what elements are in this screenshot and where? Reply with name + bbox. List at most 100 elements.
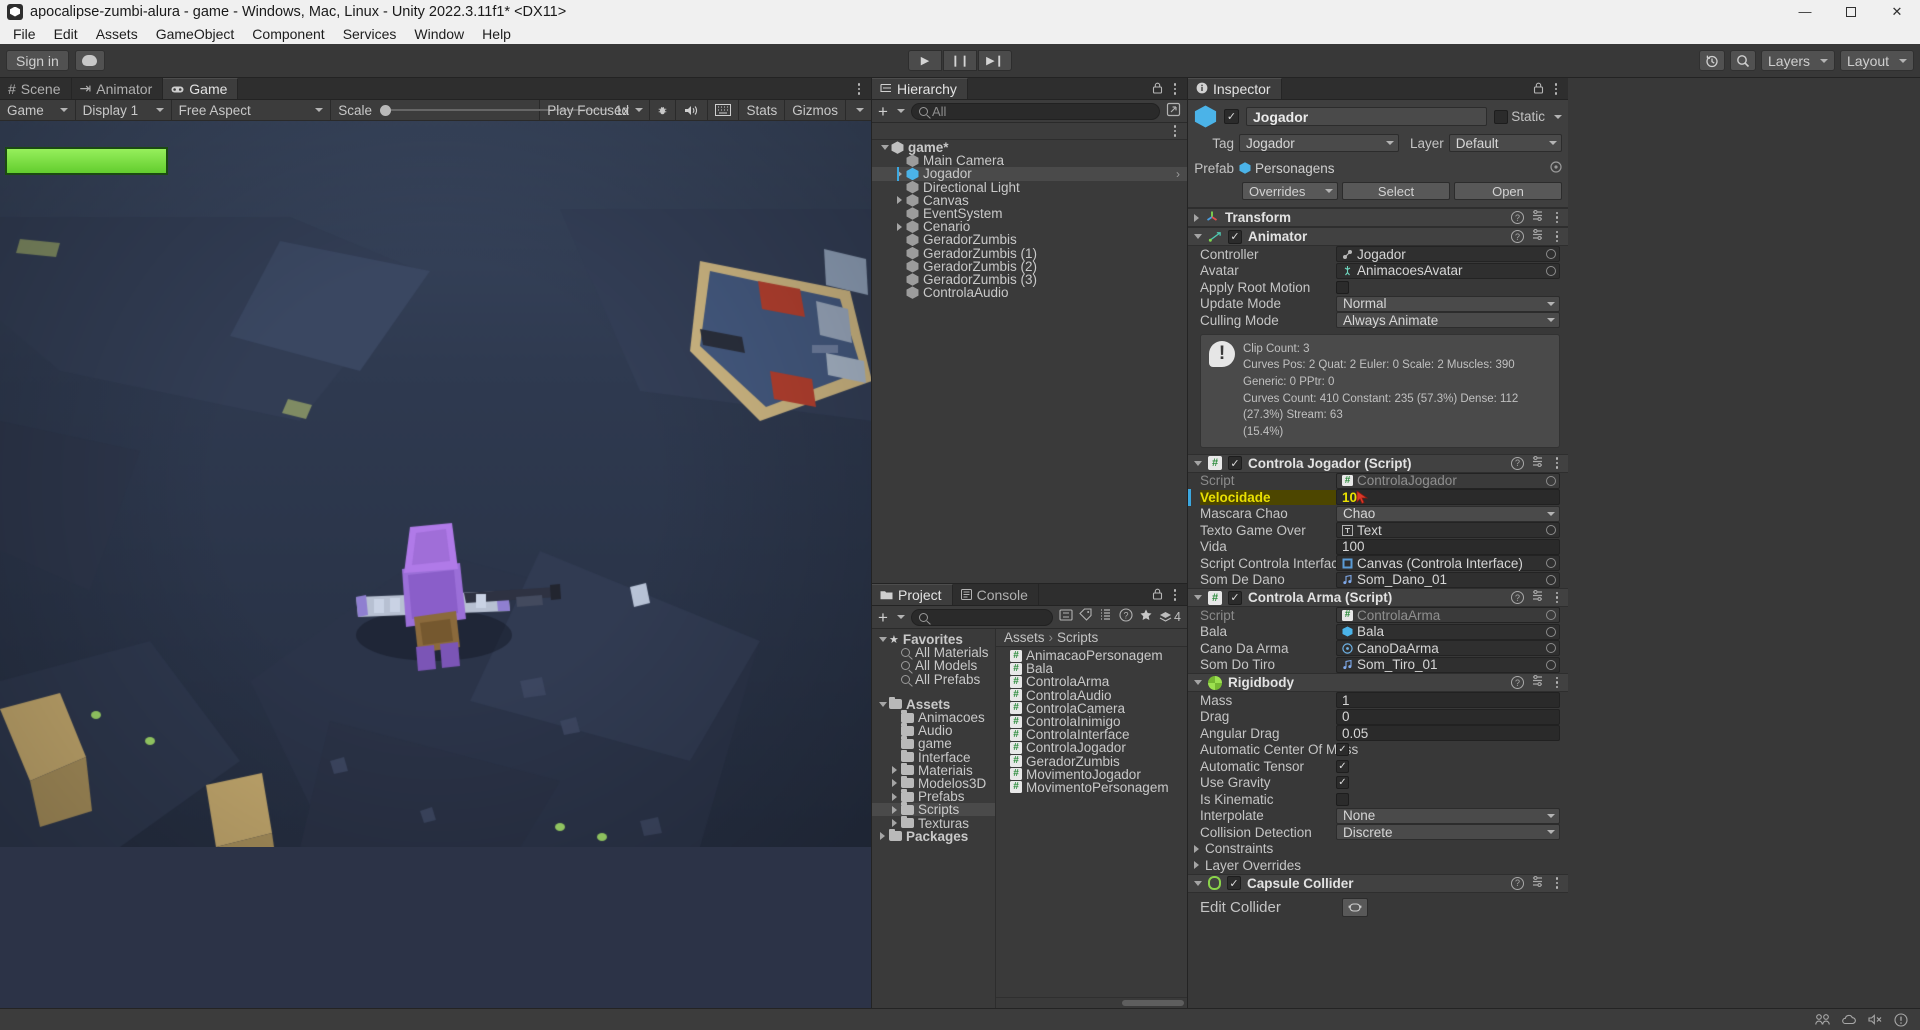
field-object-reference[interactable]: AnimacoesAvatar	[1336, 262, 1560, 279]
expand-arrow[interactable]	[876, 701, 889, 707]
mute-icon[interactable]	[1868, 1013, 1883, 1026]
field-number-input[interactable]: 100	[1336, 538, 1560, 555]
project-tree-item-animacoes[interactable]: Animacoes	[872, 710, 995, 725]
object-enabled-checkbox[interactable]: ✓	[1224, 109, 1239, 124]
field-dropdown[interactable]: Discrete	[1336, 824, 1560, 841]
object-picker-icon[interactable]	[1546, 475, 1556, 486]
preset-icon[interactable]	[1531, 228, 1544, 245]
project-tree-item-packages[interactable]: Packages	[872, 828, 995, 844]
prefab-target-icon[interactable]	[1550, 160, 1562, 177]
hierarchy-item-canvas[interactable]: Canvas	[872, 193, 1187, 208]
static-checkbox[interactable]	[1494, 109, 1509, 124]
asset-item-geradorzumbis[interactable]: # GeradorZumbis	[996, 754, 1187, 769]
menu-services[interactable]: Services	[334, 24, 406, 44]
layout-dropdown[interactable]: Layout	[1840, 50, 1914, 71]
hierarchy-scene-menu-icon[interactable]	[1169, 125, 1181, 137]
create-asset-button[interactable]: +	[878, 609, 905, 626]
project-tree-item-texturas[interactable]: Texturas	[872, 815, 995, 831]
hierarchy-item-geradorzumbis-1[interactable]: GeradorZumbis (1)	[872, 246, 1187, 261]
asset-item-controlaaudio[interactable]: # ControlaAudio	[996, 688, 1187, 703]
project-tree-item-all-materials[interactable]: All Materials	[872, 645, 995, 660]
field-dropdown[interactable]: Always Animate	[1336, 312, 1560, 329]
expand-arrow[interactable]	[888, 819, 901, 828]
play-button[interactable]: ▶	[908, 50, 942, 71]
hierarchy-item-main-camera[interactable]: Main Camera	[872, 153, 1187, 168]
field-checkbox[interactable]: ✓	[1336, 776, 1349, 790]
component-menu-icon[interactable]	[1551, 591, 1563, 604]
tag-dropdown[interactable]: Jogador	[1239, 134, 1399, 152]
hierarchy-tree[interactable]: game* Main Camera Jogador › Directional Ligh…	[872, 140, 1187, 583]
edit-collider-button[interactable]	[1342, 897, 1368, 917]
component-header-rigidbody[interactable]: Rigidbody?	[1188, 673, 1568, 693]
cloud-button[interactable]	[74, 50, 105, 71]
component-enabled-checkbox[interactable]: ✓	[1227, 876, 1241, 891]
project-folder-tree[interactable]: ★ Favorites All Materials All Models All Pre…	[872, 629, 996, 1008]
cloud-icon[interactable]	[1841, 1014, 1857, 1026]
field-dropdown[interactable]: Normal	[1336, 295, 1560, 312]
field-dropdown[interactable]: None	[1336, 807, 1560, 824]
project-tree-item-all-models[interactable]: All Models	[872, 658, 995, 673]
asset-item-bala[interactable]: # Bala	[996, 661, 1187, 676]
help-icon[interactable]: ?	[1511, 230, 1524, 243]
hierarchy-item-directional-light[interactable]: Directional Light	[872, 180, 1187, 195]
tab-inspector[interactable]: Inspector	[1188, 78, 1282, 99]
chevron-down-icon[interactable]	[1194, 234, 1202, 239]
hierarchy-item-geradorzumbis[interactable]: GeradorZumbis	[872, 232, 1187, 247]
chevron-down-icon[interactable]	[1194, 595, 1202, 601]
asset-item-controlainimigo[interactable]: # ControlaInimigo	[996, 714, 1187, 729]
object-picker-icon[interactable]	[1546, 265, 1556, 276]
field-object-reference[interactable]: # ControlaJogador	[1336, 472, 1560, 489]
project-tree-item-game[interactable]: game	[872, 736, 995, 751]
breadcrumb-assets[interactable]: Assets	[1004, 630, 1045, 645]
tab-project[interactable]: Project	[872, 584, 953, 605]
project-tree-item-audio[interactable]: Audio	[872, 723, 995, 738]
create-object-button[interactable]: +	[878, 103, 905, 120]
pause-button[interactable]: ❙❙	[943, 50, 977, 71]
field-dropdown[interactable]: Chao	[1336, 505, 1560, 522]
expand-arrow[interactable]	[876, 832, 889, 841]
menu-gameobject[interactable]: GameObject	[147, 24, 244, 44]
project-menu-icon[interactable]	[1169, 589, 1181, 601]
asset-item-controlainterface[interactable]: # ControlaInterface	[996, 727, 1187, 742]
prefab-select-button[interactable]: Select	[1342, 182, 1450, 200]
hierarchy-item-game[interactable]: game*	[872, 140, 1187, 155]
inspector-lock-icon[interactable]	[1533, 81, 1544, 98]
static-toggle[interactable]: Static	[1494, 109, 1562, 124]
object-picker-icon[interactable]	[1546, 574, 1556, 585]
object-picker-icon[interactable]	[1546, 626, 1556, 637]
mute-audio-icon[interactable]	[676, 99, 708, 121]
field-constraints[interactable]: Constraints	[1188, 841, 1568, 858]
tab-console[interactable]: Console	[953, 584, 1039, 605]
project-tree-item-scripts[interactable]: Scripts	[872, 802, 995, 817]
tab-scene[interactable]: # Scene	[0, 78, 72, 99]
chevron-down-icon[interactable]	[1194, 880, 1202, 886]
collab-icon[interactable]	[1815, 1013, 1830, 1026]
field-checkbox[interactable]	[1336, 280, 1349, 294]
preset-icon[interactable]	[1531, 209, 1544, 226]
layers-dropdown[interactable]: Layers	[1761, 50, 1835, 71]
gizmos-button[interactable]: Gizmos	[785, 99, 847, 121]
preset-icon[interactable]	[1531, 589, 1544, 606]
project-tree-item-prefabs[interactable]: Prefabs	[872, 789, 995, 804]
step-button[interactable]: ▶❙	[978, 50, 1012, 71]
field-object-reference[interactable]: Som_Dano_01	[1336, 571, 1560, 588]
field-object-reference[interactable]: Jogador	[1336, 246, 1560, 263]
tab-hierarchy[interactable]: Hierarchy	[872, 78, 968, 99]
component-header-controla-arma-script[interactable]: # ✓ Controla Arma (Script)?	[1188, 588, 1568, 608]
field-object-reference[interactable]: # ControlaArma	[1336, 607, 1560, 624]
project-tree-item-materiais[interactable]: Materiais	[872, 762, 995, 778]
component-enabled-checkbox[interactable]: ✓	[1228, 590, 1242, 605]
menu-assets[interactable]: Assets	[87, 24, 147, 44]
hierarchy-item-geradorzumbis-3[interactable]: GeradorZumbis (3)	[872, 272, 1187, 287]
project-favorite-icon[interactable]	[1139, 608, 1153, 626]
project-tree-item-modelos3d[interactable]: Modelos3D	[872, 775, 995, 791]
lock-icon[interactable]	[1152, 81, 1163, 98]
field-number-input[interactable]: 0	[1336, 708, 1560, 725]
component-menu-icon[interactable]	[1551, 457, 1563, 469]
scrollbar-thumb[interactable]	[1122, 1000, 1184, 1006]
field-object-reference[interactable]: Canvas (Controla Interface)	[1336, 555, 1560, 572]
game-view-target-dropdown[interactable]: Game	[0, 99, 76, 121]
help-icon[interactable]: ?	[1511, 876, 1524, 890]
component-enabled-checkbox[interactable]: ✓	[1228, 456, 1242, 471]
component-menu-icon[interactable]	[1551, 877, 1563, 889]
